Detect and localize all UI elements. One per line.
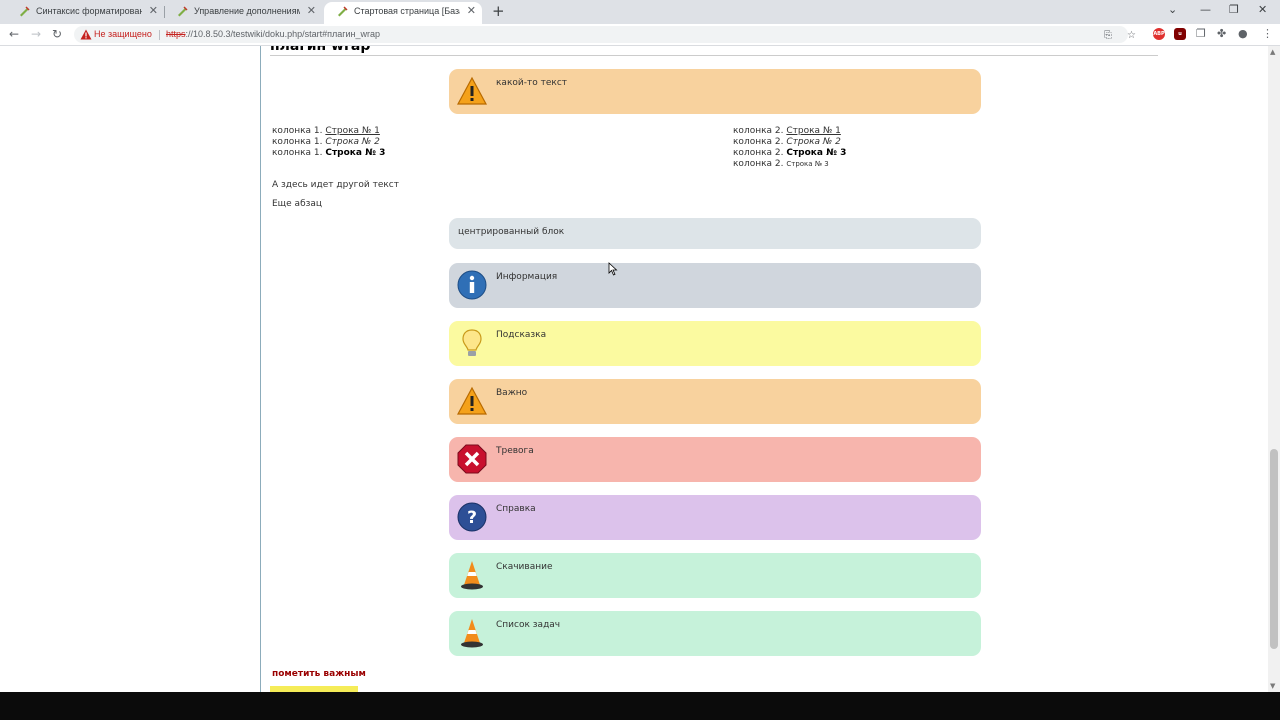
- paragraph: Еще абзац: [272, 199, 323, 209]
- column-row: колонка 2. Строка № 1: [733, 126, 846, 137]
- row-italic: Строка № 2: [786, 137, 841, 147]
- info-icon: [457, 270, 487, 300]
- svg-text:?: ?: [467, 508, 477, 528]
- box-label: Скачивание: [496, 562, 553, 572]
- box-label: Информация: [496, 272, 558, 282]
- bookmark-star-icon[interactable]: ☆: [1127, 27, 1136, 44]
- browser-tab[interactable]: Синтаксис форматирования [Da ✕: [6, 2, 164, 24]
- browser-tab[interactable]: Управление дополнениями [Ба ✕: [164, 2, 322, 24]
- column-row: колонка 1. Строка № 2: [272, 137, 385, 148]
- column-1: колонка 1. Строка № 1 колонка 1. Строка …: [272, 126, 385, 159]
- box-label: Подсказка: [496, 330, 547, 340]
- box-label: какой-то текст: [496, 78, 568, 88]
- row-bold: Строка № 3: [786, 148, 847, 158]
- alert-icon: [457, 444, 487, 474]
- box-label: Важно: [496, 388, 528, 398]
- row-prefix: колонка 1.: [272, 126, 326, 136]
- new-tab-button[interactable]: +: [492, 2, 505, 20]
- box-label: Список задач: [496, 620, 561, 630]
- wrap-box-download: Скачивание: [449, 553, 981, 598]
- adblock-extension-icon[interactable]: ABP: [1153, 28, 1165, 40]
- tab-strip: Синтаксис форматирования [Da ✕ Управлени…: [0, 0, 1280, 24]
- browser-toolbar: ← → ↻ Не защищено https://10.8.50.3/test…: [0, 24, 1280, 46]
- box-label: Справка: [496, 504, 536, 514]
- wrap-box-alert: Тревога: [449, 437, 981, 482]
- url-text[interactable]: https://10.8.50.3/testwiki/doku.php/star…: [166, 26, 380, 43]
- warning-icon: [456, 386, 488, 415]
- row-italic: Строка № 2: [325, 137, 380, 147]
- dokuwiki-favicon-icon: [338, 6, 348, 17]
- browser-tab-active[interactable]: Стартовая страница [База знан ✕: [324, 2, 482, 24]
- wrap-box-tip: Подсказка: [449, 321, 981, 366]
- row-link[interactable]: Строка № 1: [325, 126, 380, 136]
- tab-close-icon[interactable]: ✕: [149, 2, 158, 20]
- tab-close-icon[interactable]: ✕: [307, 2, 316, 20]
- omnibox-divider: [159, 30, 160, 40]
- section-heading: плагин wrap: [270, 46, 1158, 56]
- restore-icon[interactable]: ❐: [1229, 2, 1239, 18]
- tab-title: Стартовая страница [База знан: [354, 6, 460, 16]
- tab-search-icon[interactable]: ⌄: [1168, 2, 1177, 18]
- taskbar: [0, 692, 1280, 720]
- help-icon: ?: [457, 502, 487, 532]
- address-bar[interactable]: Не защищено https://10.8.50.3/testwiki/d…: [74, 26, 1136, 44]
- wrap-centered-block: центрированный блок: [449, 218, 981, 249]
- row-link[interactable]: Строка № 1: [786, 126, 841, 136]
- url-rest: ://10.8.50.3/testwiki/doku.php/start#пла…: [185, 29, 381, 39]
- row-prefix: колонка 1.: [272, 137, 326, 147]
- download-cone-icon: [461, 561, 483, 590]
- translate-icon[interactable]: ⎘: [1104, 27, 1112, 44]
- column-row: колонка 1. Строка № 1: [272, 126, 385, 137]
- wrap-box-todo: Список задач: [449, 611, 981, 656]
- tab-title: Синтаксис форматирования [Da: [36, 6, 142, 16]
- wrap-box-important: Важно: [449, 379, 981, 424]
- profile-avatar-icon[interactable]: ●: [1238, 27, 1248, 41]
- content-left-border: [260, 46, 261, 692]
- close-window-icon[interactable]: ✕: [1258, 2, 1267, 18]
- scroll-thumb[interactable]: [1270, 449, 1278, 649]
- wrap-box-help: ? Справка: [449, 495, 981, 540]
- forward-icon[interactable]: →: [31, 27, 41, 41]
- box-label: Тревога: [496, 446, 534, 456]
- page-scrollbar[interactable]: ▲ ▼: [1268, 46, 1280, 692]
- row-prefix: колонка 2.: [733, 148, 787, 158]
- paragraph: А здесь идет другой текст: [272, 180, 400, 190]
- tab-title: Управление дополнениями [Ба: [194, 6, 300, 16]
- column-row: колонка 2. Строка № 3: [733, 159, 846, 170]
- ublock-extension-icon[interactable]: u: [1174, 28, 1186, 40]
- scroll-down-icon[interactable]: ▼: [1270, 682, 1275, 690]
- row-bold: Строка № 3: [325, 148, 386, 158]
- todo-cone-icon: [461, 619, 483, 648]
- minimize-icon[interactable]: —: [1200, 2, 1211, 18]
- page-viewport: плагин wrap какой-то текст колонка 1. Ст…: [0, 46, 1280, 692]
- back-icon[interactable]: ←: [9, 27, 19, 41]
- not-secure-label[interactable]: Не защищено: [94, 26, 152, 43]
- column-row: колонка 2. Строка № 2: [733, 137, 846, 148]
- column-row: колонка 2. Строка № 3: [733, 148, 846, 159]
- dokuwiki-favicon-icon: [20, 6, 30, 17]
- extension-icon[interactable]: ❐: [1196, 27, 1206, 41]
- scroll-up-icon[interactable]: ▲: [1270, 48, 1275, 56]
- warning-icon: [456, 76, 488, 105]
- puzzle-extensions-icon[interactable]: ✤: [1217, 27, 1226, 41]
- row-prefix: колонка 2.: [733, 126, 787, 136]
- reload-icon[interactable]: ↻: [52, 27, 62, 41]
- dokuwiki-favicon-icon: [178, 6, 188, 17]
- column-row: колонка 1. Строка № 3: [272, 148, 385, 159]
- menu-kebab-icon[interactable]: ⋮: [1262, 27, 1273, 41]
- column-2: колонка 2. Строка № 1 колонка 2. Строка …: [733, 126, 846, 170]
- row-prefix: колонка 1.: [272, 148, 326, 158]
- mouse-cursor-icon: [608, 262, 618, 276]
- tab-close-icon[interactable]: ✕: [467, 2, 476, 20]
- lightbulb-icon: [462, 329, 482, 356]
- not-secure-warning-icon: [80, 29, 92, 40]
- row-small: Строка № 3: [786, 160, 829, 168]
- row-prefix: колонка 2.: [733, 159, 787, 169]
- wrap-box-important: какой-то текст: [449, 69, 981, 114]
- box-label: центрированный блок: [458, 227, 565, 237]
- row-prefix: колонка 2.: [733, 137, 787, 147]
- url-scheme: https: [166, 29, 186, 39]
- wrap-box-info: Информация: [449, 263, 981, 308]
- mark-important-text: пометить важным: [272, 669, 366, 679]
